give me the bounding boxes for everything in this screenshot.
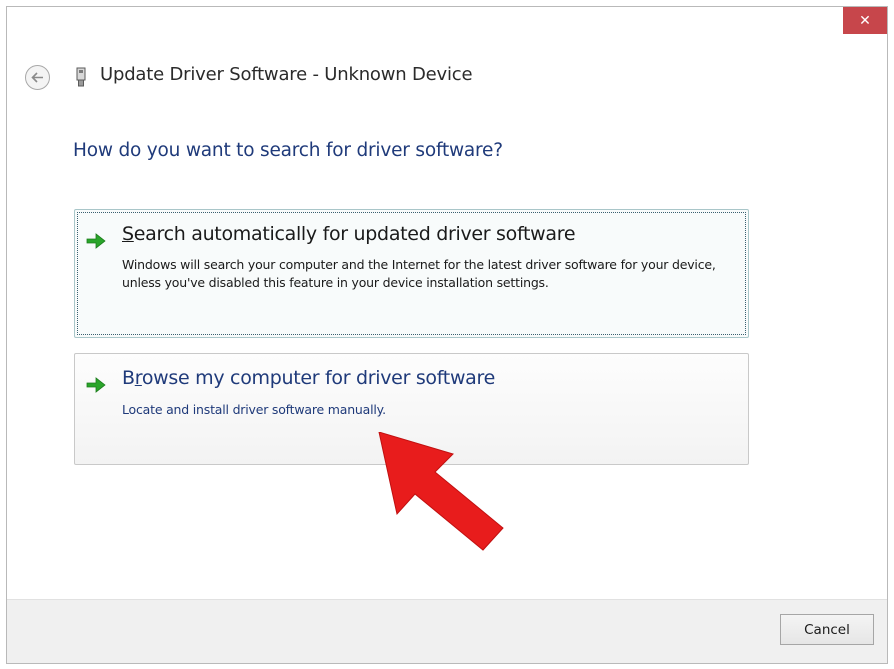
option-description: Locate and install driver software manua… bbox=[122, 402, 386, 417]
option-description: Windows will search your computer and th… bbox=[122, 257, 716, 290]
green-arrow-icon bbox=[86, 377, 106, 393]
title-area: Update Driver Software - Unknown Device bbox=[7, 7, 887, 107]
dialog-footer: Cancel bbox=[7, 599, 887, 663]
option-title: Search automatically for updated driver … bbox=[122, 223, 576, 245]
back-arrow-icon bbox=[31, 72, 43, 83]
option-title: Browse my computer for driver software bbox=[122, 367, 496, 389]
update-driver-dialog: ✕ Update Driver Software - Unknown Devic… bbox=[6, 6, 888, 664]
red-annotation-arrow-icon bbox=[378, 432, 504, 551]
search-automatically-option[interactable]: Search automatically for updated driver … bbox=[74, 209, 749, 338]
window-title: Update Driver Software - Unknown Device bbox=[100, 64, 473, 85]
page-heading: How do you want to search for driver sof… bbox=[73, 140, 503, 161]
green-arrow-icon bbox=[86, 233, 106, 249]
cancel-button[interactable]: Cancel bbox=[780, 614, 874, 645]
back-button[interactable] bbox=[25, 65, 50, 90]
usb-device-icon bbox=[76, 67, 86, 87]
